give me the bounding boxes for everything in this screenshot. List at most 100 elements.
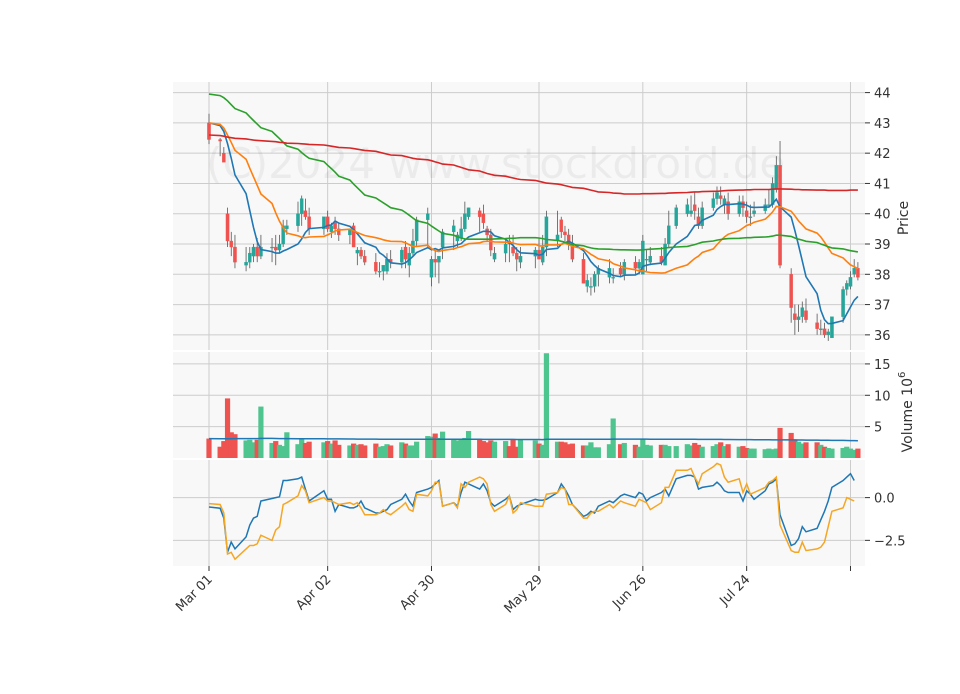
candle-down [477, 210, 482, 217]
price-tick-label: 44 [874, 87, 891, 102]
candle-up [251, 246, 256, 257]
candle-down [815, 322, 819, 329]
candle-up [845, 283, 849, 290]
candle-up [466, 207, 471, 217]
volume-bar [829, 448, 835, 458]
candle-up [592, 274, 597, 287]
candle-down [692, 204, 697, 211]
candle-down [718, 195, 723, 199]
candle-up [355, 249, 360, 254]
candle-down [618, 268, 623, 275]
volume-bar [673, 446, 679, 458]
candle-up [715, 192, 719, 199]
candle-up [852, 268, 856, 275]
candle-down [225, 213, 230, 242]
volume-bar [666, 446, 672, 458]
candle-up [544, 216, 549, 248]
volume-bar [543, 353, 550, 458]
candle-up [429, 259, 434, 278]
x-tick-label: May 29 [502, 572, 546, 616]
stock-chart: (C)2024 www.stockdroid.de 36 37 38 39 40 41 42… [0, 0, 960, 690]
price-tick-label: 38 [874, 268, 891, 283]
candle-up [700, 207, 704, 226]
candle-down [218, 139, 222, 142]
oscillator-panel [173, 460, 865, 566]
volume-bar [414, 441, 420, 458]
candle-up [674, 207, 678, 226]
volume-bar [647, 445, 653, 458]
candle-up [585, 280, 589, 287]
candle-down [233, 246, 237, 263]
candle-up [296, 213, 300, 226]
candle-down [403, 246, 408, 260]
candle-up [285, 225, 289, 230]
candle-up [459, 228, 463, 239]
price-tick-label: 36 [874, 329, 891, 344]
chart-svg: (C)2024 www.stockdroid.de 36 37 38 39 40 41 42… [173, 82, 916, 616]
volume-bar [751, 448, 757, 458]
candle-down [307, 216, 311, 230]
volume-bar [777, 427, 783, 458]
candle-up [685, 204, 690, 214]
candle-down [793, 313, 797, 320]
candle-down [222, 153, 226, 163]
candle-up [648, 255, 653, 263]
candle-up [329, 225, 334, 233]
candle-up [689, 210, 693, 214]
candle-down [273, 246, 278, 251]
candle-up [611, 277, 615, 279]
candle-up [270, 246, 274, 249]
candle-down [726, 201, 730, 214]
candle-up [299, 198, 304, 214]
candle-down [744, 210, 749, 217]
price-tick-label: 41 [874, 177, 891, 192]
candle-up [644, 259, 649, 261]
candle-down [822, 328, 827, 336]
candle-down [481, 213, 486, 223]
candle-up [381, 265, 386, 272]
candle-up [400, 249, 404, 263]
volume-bar [517, 439, 524, 458]
volume-bar [595, 447, 601, 458]
candle-down [633, 262, 638, 269]
candle-down [229, 240, 233, 248]
candle-down [362, 255, 367, 263]
x-tick-label: Jun 26 [609, 572, 649, 612]
candle-up [451, 225, 456, 233]
oscillator-tick-label: −2.5 [874, 534, 906, 549]
candle-up [826, 331, 830, 336]
candle-up [841, 289, 845, 317]
candle-down [789, 274, 793, 308]
candle-up [503, 243, 508, 254]
candle-down [359, 249, 363, 257]
volume-bar [803, 442, 809, 458]
candle-up [463, 213, 467, 230]
candle-up [248, 252, 252, 263]
candle-up [748, 216, 753, 218]
candle-up [819, 328, 823, 330]
volume-axis-label-text: Volume 10 [900, 378, 916, 452]
candle-up [426, 213, 430, 220]
volume-tick-label: 5 [874, 421, 882, 436]
volume-axis-label: Volume 106 [897, 372, 916, 453]
candle-up [800, 307, 805, 317]
candle-up [711, 198, 716, 208]
candle-up [830, 316, 834, 339]
price-tick-label: 39 [874, 238, 891, 253]
volume-tick-label: 10 [874, 389, 891, 404]
x-tick-label: Apr 02 [293, 572, 334, 613]
volume-bar [440, 431, 446, 458]
candle-down [303, 210, 308, 217]
candle-down [515, 252, 519, 260]
x-tick-label: Mar 01 [173, 572, 216, 615]
volume-bar [699, 446, 705, 458]
candle-down [333, 222, 337, 230]
candle-down [856, 268, 860, 278]
x-tick-label: Jul 24 [716, 572, 753, 609]
candle-down [804, 310, 808, 320]
candle-up [492, 252, 497, 260]
candle-down [563, 231, 567, 236]
volume-bar [725, 444, 731, 458]
candle-up [414, 219, 419, 242]
candle-down [207, 122, 211, 140]
